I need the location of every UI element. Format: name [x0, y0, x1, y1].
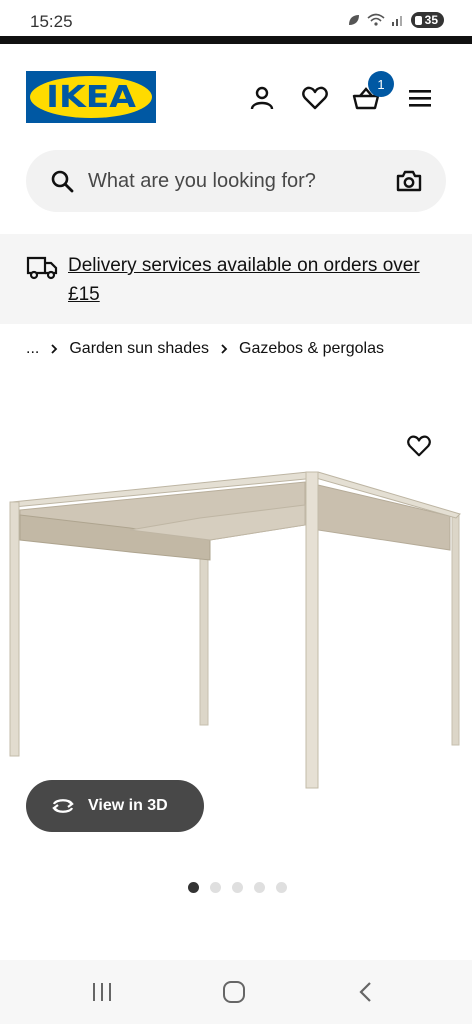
- signal-icon: [391, 16, 402, 26]
- delivery-link[interactable]: Delivery services available on orders ov…: [68, 251, 448, 309]
- status-time: 15:25: [30, 12, 73, 31]
- gallery-dot-4[interactable]: [254, 882, 265, 893]
- view-in-3d-label: View in 3D: [88, 797, 168, 814]
- breadcrumb-item-garden-sun-shades[interactable]: Garden sun shades: [69, 340, 209, 358]
- system-nav-bar: [0, 960, 472, 1024]
- breadcrumb-item-gazebos-pergolas[interactable]: Gazebos & pergolas: [239, 340, 384, 358]
- save-to-favourites-icon[interactable]: [406, 434, 432, 458]
- ikea-logo[interactable]: IKEA: [26, 71, 156, 123]
- favourites-icon[interactable]: [301, 84, 329, 112]
- gallery-dot-5[interactable]: [276, 882, 287, 893]
- gallery-dot-3[interactable]: [232, 882, 243, 893]
- logo-text: IKEA: [46, 79, 136, 115]
- chevron-right-icon: [51, 344, 58, 354]
- logo-oval: IKEA: [30, 76, 152, 118]
- cart-count-badge: 1: [368, 71, 394, 97]
- gallery-dots: [188, 882, 287, 893]
- menu-icon[interactable]: [406, 84, 434, 112]
- recent-apps-icon[interactable]: [90, 980, 114, 1004]
- status-icons: 35: [347, 12, 444, 28]
- camera-search-icon[interactable]: [396, 169, 422, 193]
- site-header: IKEA 1: [0, 44, 472, 144]
- breadcrumb-ellipsis[interactable]: ...: [26, 340, 39, 358]
- search-bar[interactable]: [26, 150, 446, 212]
- wifi-icon: [367, 13, 385, 26]
- gallery-dot-1[interactable]: [188, 882, 199, 893]
- breadcrumb: ... Garden sun shades Gazebos & pergolas: [26, 340, 384, 358]
- battery-indicator: 35: [410, 12, 444, 28]
- gallery-dot-2[interactable]: [210, 882, 221, 893]
- truck-icon: [26, 256, 58, 280]
- chevron-right-icon: [221, 344, 228, 354]
- search-icon: [51, 170, 74, 193]
- status-divider: [0, 36, 472, 44]
- view-in-3d-button[interactable]: View in 3D: [26, 780, 204, 832]
- home-icon[interactable]: [222, 980, 246, 1004]
- back-icon[interactable]: [354, 980, 378, 1004]
- status-bar: 15:25 35: [0, 0, 472, 36]
- account-icon[interactable]: [248, 84, 276, 112]
- leaf-icon: [348, 15, 359, 25]
- rotate-3d-icon: [52, 799, 74, 813]
- delivery-banner: Delivery services available on orders ov…: [0, 234, 472, 324]
- search-input[interactable]: [88, 150, 378, 212]
